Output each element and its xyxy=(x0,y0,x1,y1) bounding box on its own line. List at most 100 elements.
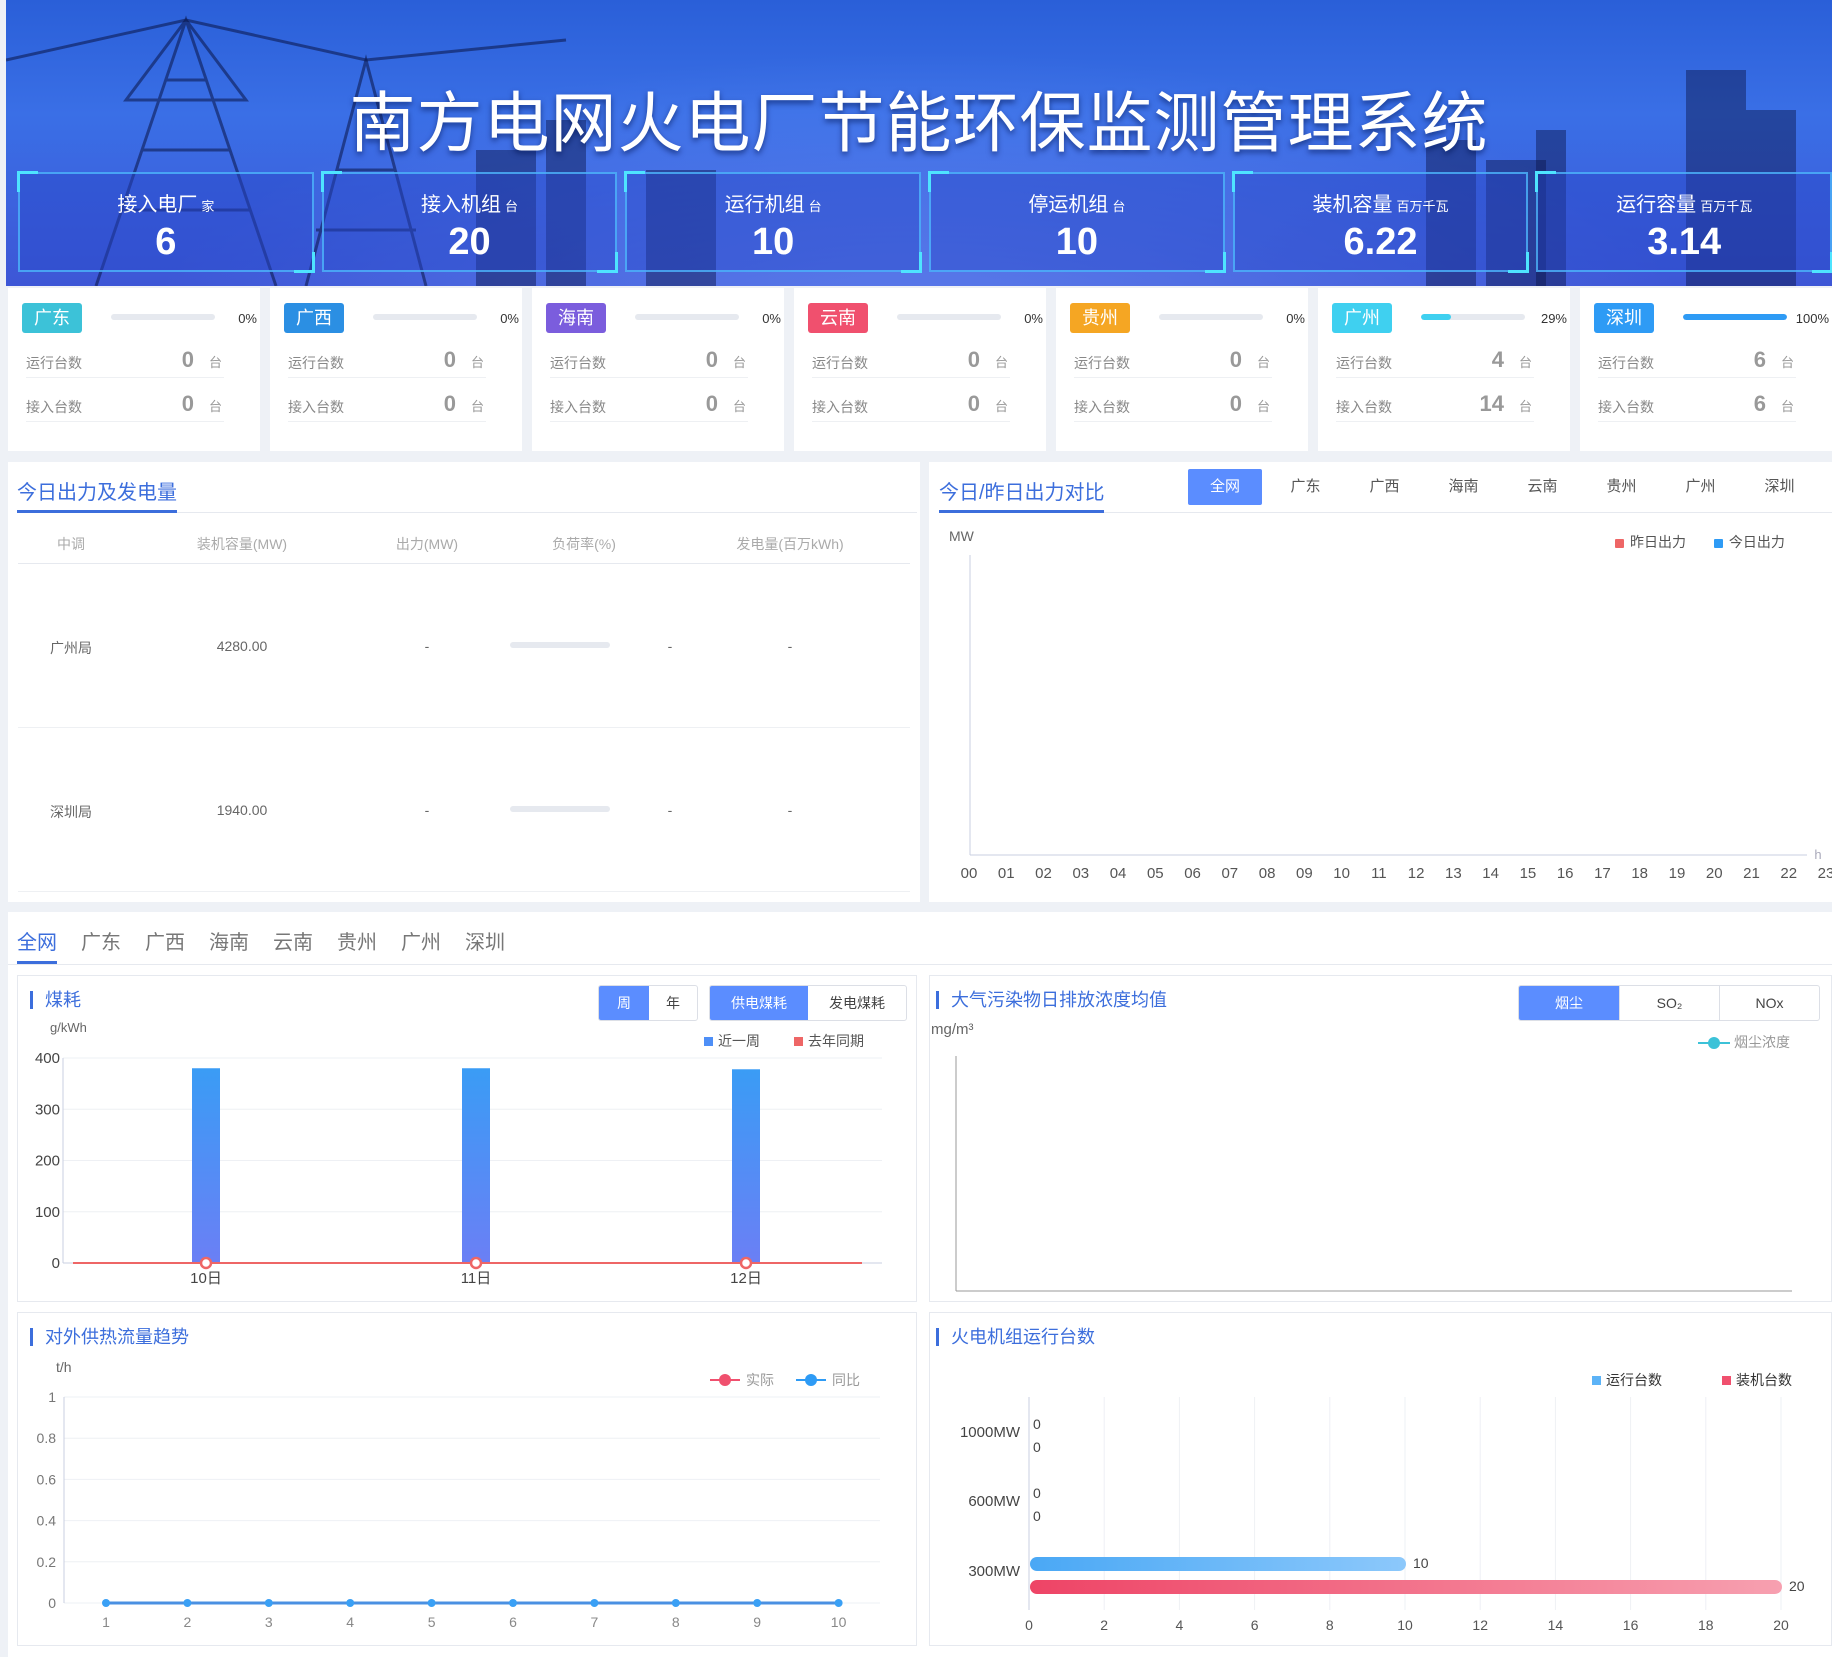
kpi-value: 10 xyxy=(1055,221,1098,263)
coal-bar[interactable] xyxy=(732,1069,760,1263)
hour-tick-label: 15 xyxy=(1520,865,1537,882)
hour-tick-label: 11 xyxy=(1371,865,1387,882)
column-header: 发电量(百万kWh) xyxy=(736,536,844,552)
running-units-bar[interactable] xyxy=(1030,1557,1406,1571)
kpi-unit: 台 xyxy=(808,199,822,214)
y-tick-label: 300MW xyxy=(968,1563,1021,1580)
tab-region[interactable]: 海南 xyxy=(209,926,249,964)
hour-tick-label: 06 xyxy=(1184,865,1201,882)
y-tick-label: 600MW xyxy=(968,1493,1021,1510)
data-point[interactable] xyxy=(264,1599,273,1607)
legend-label: 实际 xyxy=(746,1372,774,1388)
tab-region[interactable]: 贵州 xyxy=(337,926,377,964)
kpi-running-units: 运行机组台 10 xyxy=(624,171,922,273)
tab-region[interactable]: 广东 xyxy=(81,926,121,964)
running-value: 0 xyxy=(1229,347,1242,372)
legend-label: 装机台数 xyxy=(1736,1372,1792,1388)
running-row: 运行台数 0 台 xyxy=(812,347,1010,378)
hour-tick-label: 20 xyxy=(1706,865,1723,882)
hour-tick-label: 05 xyxy=(1147,865,1164,882)
coal-bar[interactable] xyxy=(192,1068,220,1263)
tab-region[interactable]: 云南 xyxy=(273,926,313,964)
hour-tick-label: 22 xyxy=(1780,865,1797,882)
hour-tick-label: 01 xyxy=(998,865,1015,882)
last-year-point[interactable] xyxy=(199,1256,213,1270)
x-tick-label: 2 xyxy=(184,1614,192,1630)
kpi-unit: 台 xyxy=(505,199,519,214)
kpi-unit: 台 xyxy=(1112,199,1126,214)
connected-label: 接入台数 xyxy=(1336,399,1392,415)
table-row[interactable]: 广州局 4280.00 - - - xyxy=(18,564,910,728)
region-card[interactable]: 海南 0% 运行台数 0 台接入台数 0 台 xyxy=(532,288,784,451)
data-point[interactable] xyxy=(753,1599,762,1607)
x-tick-label: 11日 xyxy=(461,1270,492,1287)
data-label: 0 xyxy=(1033,1508,1041,1524)
table-row[interactable]: 深圳局 1940.00 - - - xyxy=(18,728,910,892)
tab-region[interactable]: 广州 xyxy=(401,926,441,964)
hour-tick-label: 12 xyxy=(1408,865,1425,882)
legend-label: 同比 xyxy=(832,1372,860,1388)
table-cell-name: 深圳局 xyxy=(50,804,92,820)
data-point[interactable] xyxy=(834,1599,843,1607)
installed-units-bar[interactable] xyxy=(1030,1580,1782,1594)
kpi-running-capacity: 运行容量 百万千瓦 3.14 xyxy=(1535,171,1832,273)
region-card[interactable]: 广州 29% 运行台数 4 台接入台数 14 台 xyxy=(1318,288,1570,451)
legend-label: 运行台数 xyxy=(1606,1372,1662,1388)
output-compare-panel: 今日/昨日出力对比 全网 广东 广西 海南 云南 贵州 广州 深圳 MW 昨日出力 今日出力 … xyxy=(929,462,1832,902)
last-year-point[interactable] xyxy=(469,1256,483,1270)
data-point[interactable] xyxy=(427,1599,436,1607)
tab-region[interactable]: 全网 xyxy=(17,926,57,964)
connected-value: 6 xyxy=(1753,391,1766,416)
coal-bar[interactable] xyxy=(462,1068,490,1263)
column-header: 负荷率(%) xyxy=(552,536,616,552)
data-point[interactable] xyxy=(509,1599,517,1607)
connected-label: 接入台数 xyxy=(812,399,868,415)
hour-tick-label: 02 xyxy=(1035,865,1052,882)
tab-region[interactable]: 广西 xyxy=(145,926,185,964)
data-point[interactable] xyxy=(590,1599,599,1607)
region-card[interactable]: 广西 0% 运行台数 0 台接入台数 0 台 xyxy=(270,288,522,451)
region-card[interactable]: 贵州 0% 运行台数 0 台接入台数 0 台 xyxy=(1056,288,1308,451)
page-title: 南方电网火电厂节能环保监测管理系统 xyxy=(349,85,1489,162)
kpi-value: 6 xyxy=(155,221,177,263)
data-point[interactable] xyxy=(102,1599,110,1607)
y-tick-label: 0 xyxy=(48,1595,56,1611)
data-point[interactable] xyxy=(183,1599,192,1607)
kpi-value: 10 xyxy=(752,221,795,263)
unit-label: 台 xyxy=(1518,355,1532,370)
hour-tick-label: 13 xyxy=(1445,865,1462,882)
y-tick-label: 200 xyxy=(35,1153,60,1170)
region-cards: 广东 0% 运行台数 0 台接入台数 0 台广西 0% 运行台数 0 台接入台数 0 台海南 0% 运行台数… xyxy=(8,288,1832,451)
unit-label: 台 xyxy=(994,355,1008,370)
x-tick-label: 1 xyxy=(102,1614,110,1630)
hour-tick-label: 04 xyxy=(1110,865,1127,882)
region-tag: 广州 xyxy=(1332,303,1392,333)
y-tick-label: 1000MW xyxy=(960,1424,1021,1441)
x-tick-label: 9 xyxy=(753,1614,761,1630)
x-tick-label: 6 xyxy=(1251,1617,1259,1633)
data-label: 0 xyxy=(1033,1439,1041,1455)
kpi-stopped-units: 停运机组台 10 xyxy=(928,171,1226,273)
data-point[interactable] xyxy=(671,1599,680,1607)
tab-region[interactable]: 深圳 xyxy=(465,926,505,964)
kpi-label: 接入电厂 xyxy=(117,194,198,216)
x-tick-label: 0 xyxy=(1025,1617,1033,1633)
region-percent: 29% xyxy=(1540,311,1567,326)
last-year-point[interactable] xyxy=(739,1256,753,1270)
region-card[interactable]: 深圳 100% 运行台数 6 台接入台数 6 台 xyxy=(1580,288,1832,451)
column-header: 中调 xyxy=(57,536,85,552)
region-percent: 100% xyxy=(1795,311,1829,326)
region-card[interactable]: 广东 0% 运行台数 0 台接入台数 0 台 xyxy=(8,288,260,451)
unit-label: 台 xyxy=(208,399,222,414)
region-tag: 云南 xyxy=(808,303,868,333)
legend-label: 近一周 xyxy=(718,1033,760,1049)
data-point[interactable] xyxy=(346,1599,355,1607)
heat-chart: 0 0.2 0.4 0.6 0.8 1 实际 同比 1 2 3 4 5 6 7 8 9 10 xyxy=(37,1372,880,1630)
x-tick-label: 20 xyxy=(1773,1617,1789,1633)
x-tick-label: 3 xyxy=(265,1614,273,1630)
region-card[interactable]: 云南 0% 运行台数 0 台接入台数 0 台 xyxy=(794,288,1046,451)
connected-value: 0 xyxy=(181,391,194,416)
connected-label: 接入台数 xyxy=(1598,399,1654,415)
kpi-value: 6.22 xyxy=(1343,221,1418,263)
region-percent: 0% xyxy=(238,311,257,326)
